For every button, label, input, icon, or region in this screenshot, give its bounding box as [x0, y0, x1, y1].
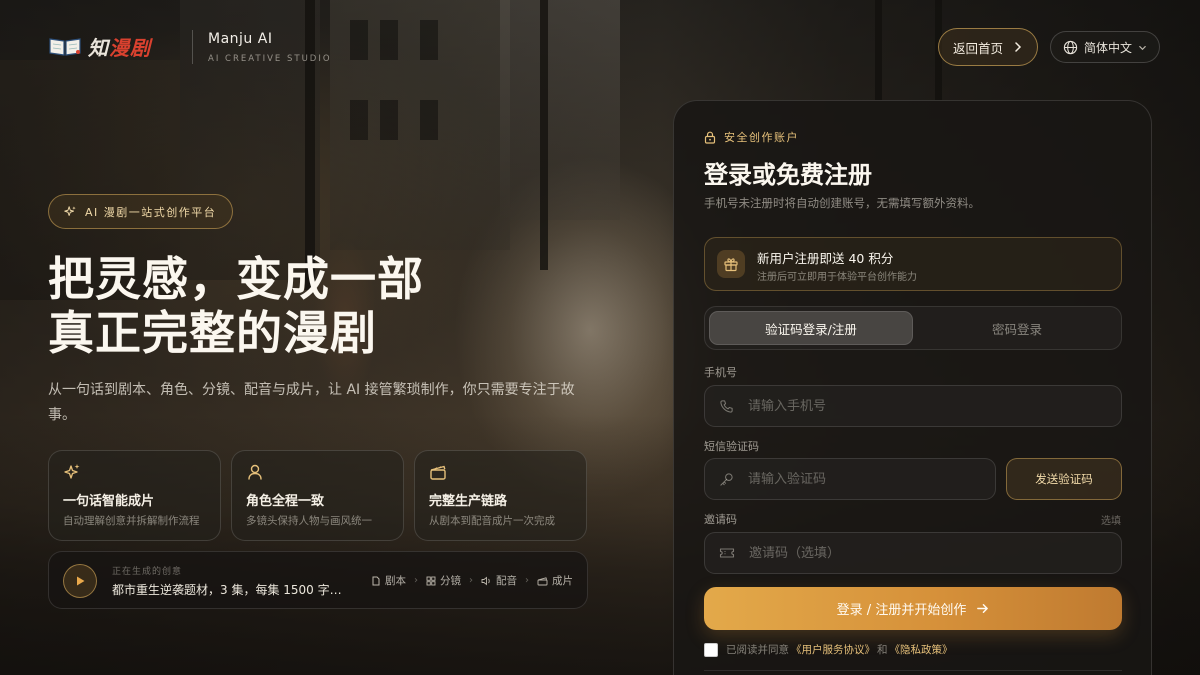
divider	[704, 670, 1122, 671]
pipeline-step-label: 分镜	[440, 575, 461, 587]
pipeline-step-label: 剧本	[385, 575, 406, 587]
platform-badge-label: AI 漫剧一站式创作平台	[85, 205, 217, 219]
tab-password-login[interactable]: 密码登录	[915, 311, 1119, 345]
logo-text: 知漫剧	[88, 32, 151, 61]
chevron-right-icon: ›	[414, 575, 418, 586]
logo[interactable]: 知漫剧	[48, 28, 178, 64]
chevron-right-icon: ›	[469, 575, 473, 586]
user-icon	[248, 464, 262, 480]
pipeline-steps: 剧本 › 分镜 › 配音 › 成片	[371, 573, 573, 588]
gift-icon	[717, 250, 745, 278]
invite-optional-hint: 选填	[1101, 516, 1121, 527]
platform-badge: AI 漫剧一站式创作平台	[48, 194, 233, 229]
secure-account-label: 安全创作账户	[704, 129, 799, 145]
ticket-icon	[719, 548, 735, 558]
bonus-title: 新用户注册即送 40 积分	[757, 251, 894, 266]
sparkles-icon	[64, 464, 80, 479]
header: 知漫剧 Manju AI AI CREATIVE STUDIO 返回首页 简体中…	[0, 0, 1200, 92]
send-code-button[interactable]: 发送验证码	[1006, 458, 1122, 500]
pipeline-step: 配音	[481, 573, 517, 588]
phone-input[interactable]	[748, 398, 1008, 414]
privacy-link[interactable]: 《隐私政策》	[890, 642, 953, 657]
login-title: 登录或免费注册	[704, 161, 872, 189]
invite-field[interactable]	[704, 532, 1122, 574]
pipeline-step-label: 成片	[552, 575, 573, 587]
gift-icon-graphic	[724, 258, 738, 272]
login-method-tabs: 验证码登录/注册 密码登录	[704, 306, 1122, 350]
phone-field[interactable]	[704, 385, 1122, 427]
code-field[interactable]	[704, 458, 996, 500]
feature-desc: 多镜头保持人物与画风统一	[246, 515, 372, 527]
chevron-right-icon	[1015, 42, 1022, 52]
feature-cards: 一句话智能成片 自动理解创意并拆解制作流程 角色全程一致 多镜头保持人物与画风统…	[48, 450, 587, 541]
key-icon	[720, 472, 733, 486]
brand-name: Manju AI	[208, 31, 273, 47]
pipeline-step: 分镜	[426, 573, 461, 588]
tab-sms-login[interactable]: 验证码登录/注册	[709, 311, 913, 345]
generation-progress-card: 正在生成的创意 都市重生逆袭题材，3 集，每集 1500 字… 剧本 › 分镜 …	[48, 551, 588, 609]
language-select[interactable]: 简体中文	[1050, 31, 1160, 63]
pipeline-step: 成片	[537, 573, 573, 588]
hero-description: 从一句话到剧本、角色、分镜、配音与成片，让 AI 接管繁琐制作，你只需要专注于故…	[48, 382, 575, 423]
progress-label: 正在生成的创意	[112, 567, 183, 577]
feature-card: 角色全程一致 多镜头保持人物与画风统一	[231, 450, 404, 541]
terms-link[interactable]: 《用户服务协议》	[791, 642, 875, 657]
agreement-checkbox[interactable]	[704, 642, 718, 657]
grid-icon	[426, 576, 436, 585]
logo-text-part: 漫剧	[109, 35, 151, 60]
code-label: 短信验证码	[704, 440, 759, 453]
progress-text: 都市重生逆袭题材，3 集，每集 1500 字…	[112, 583, 342, 597]
pipeline-step: 剧本	[371, 573, 406, 588]
feature-desc: 从剧本到配音成片一次完成	[429, 515, 555, 527]
hero-title-line: 把灵感，变成一部	[48, 252, 424, 306]
feature-title: 角色全程一致	[246, 494, 325, 509]
chevron-right-icon: ›	[525, 575, 529, 586]
phone-label: 手机号	[704, 366, 737, 379]
bonus-subtitle: 注册后可立即用于体验平台创作能力	[757, 272, 917, 283]
lock-icon	[704, 131, 716, 144]
feature-title: 一句话智能成片	[63, 494, 155, 509]
back-home-label: 返回首页	[952, 40, 1003, 56]
login-submit-button[interactable]: 登录 / 注册并开始创作	[704, 587, 1122, 630]
book-logo-icon	[49, 38, 81, 56]
language-label: 简体中文	[1083, 40, 1132, 55]
speaker-icon	[481, 576, 490, 585]
logo-text-part: 知	[88, 35, 109, 60]
play-button[interactable]	[63, 564, 97, 598]
document-icon	[372, 576, 380, 585]
agreement-row: 已阅读并同意 《用户服务协议》 和 《隐私政策》	[704, 642, 953, 657]
invite-input[interactable]	[749, 545, 1009, 561]
back-home-button[interactable]: 返回首页	[938, 28, 1038, 66]
globe-icon	[1063, 40, 1078, 54]
hero-title: 把灵感，变成一部 真正完整的漫剧	[48, 252, 608, 360]
feature-desc: 自动理解创意并拆解制作流程	[63, 515, 200, 527]
hero-title-line: 真正完整的漫剧	[48, 306, 377, 360]
phone-icon	[720, 399, 733, 413]
sparkles-icon	[64, 205, 76, 216]
secure-account-text: 安全创作账户	[724, 131, 799, 144]
brand-subtitle: AI CREATIVE STUDIO	[208, 54, 332, 64]
login-submit-label: 登录 / 注册并开始创作	[836, 603, 967, 618]
clapperboard-icon	[430, 465, 446, 480]
agreement-and: 和	[877, 644, 888, 656]
pipeline-step-label: 配音	[496, 575, 517, 587]
brand-divider	[192, 30, 193, 64]
feature-card: 一句话智能成片 自动理解创意并拆解制作流程	[48, 450, 221, 541]
chevron-down-icon	[1139, 45, 1146, 50]
signup-bonus-banner: 新用户注册即送 40 积分 注册后可立即用于体验平台创作能力	[704, 237, 1122, 291]
code-input[interactable]	[748, 471, 948, 487]
feature-card: 完整生产链路 从剧本到配音成片一次完成	[414, 450, 587, 541]
play-icon	[77, 576, 85, 586]
login-panel: 安全创作账户 登录或免费注册 手机号未注册时将自动创建账号，无需填写额外资料。 …	[673, 100, 1152, 675]
login-subtitle: 手机号未注册时将自动创建账号，无需填写额外资料。	[704, 196, 980, 210]
clapperboard-icon	[537, 576, 548, 585]
feature-title: 完整生产链路	[429, 494, 508, 509]
invite-label: 邀请码	[704, 513, 737, 526]
arrow-right-icon	[977, 604, 989, 613]
agreement-prefix: 已阅读并同意	[726, 644, 789, 656]
